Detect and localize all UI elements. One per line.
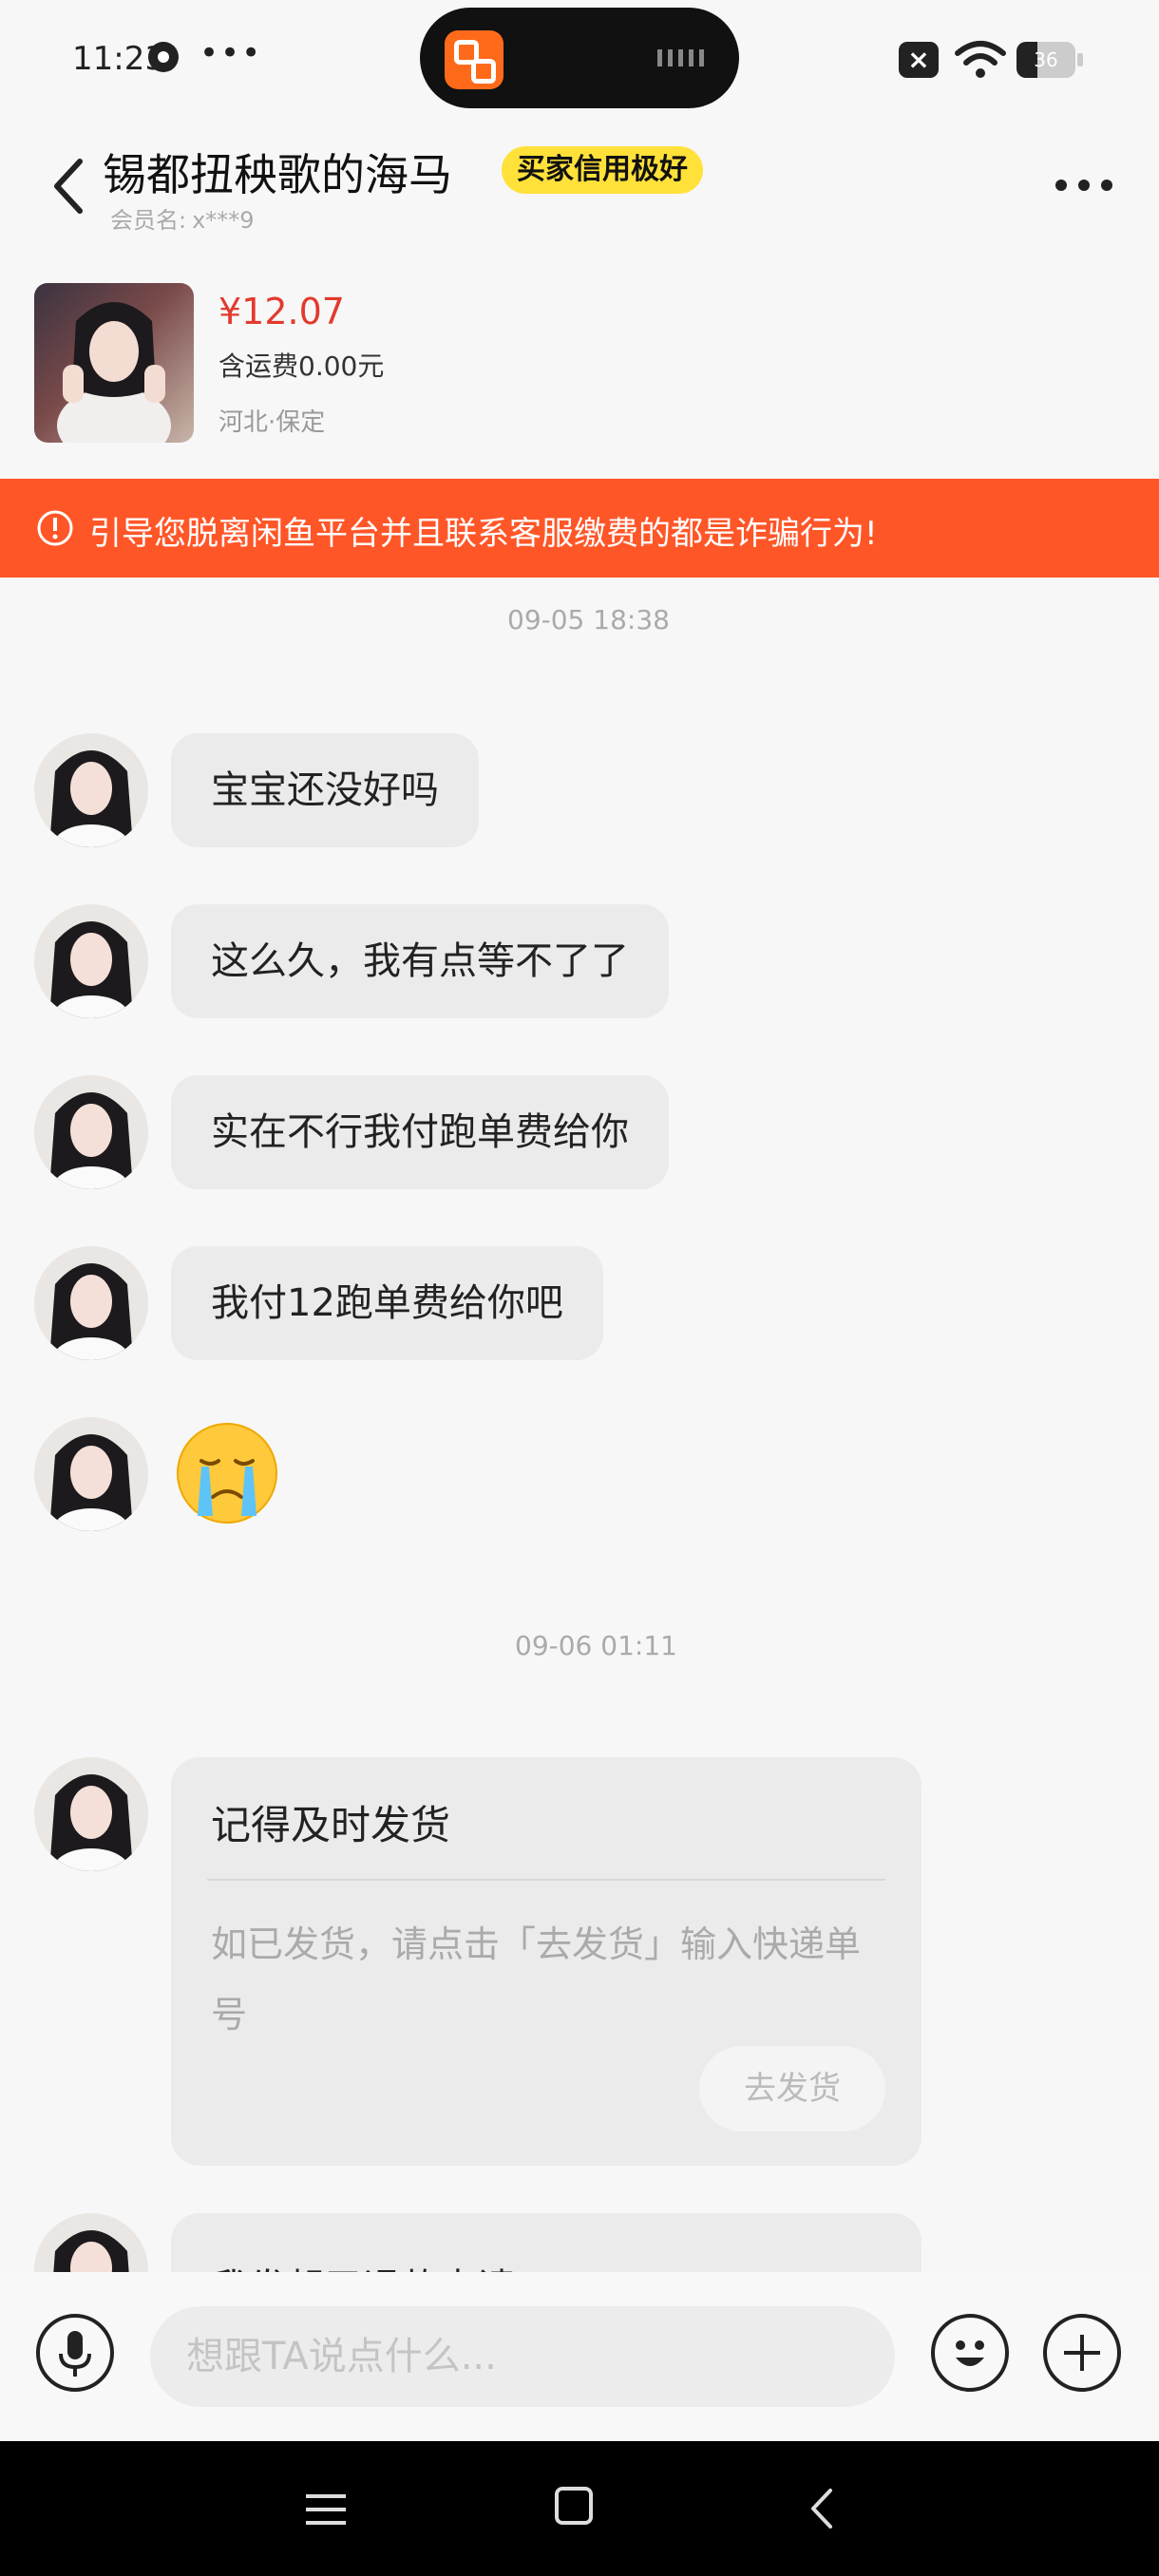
- ship-button[interactable]: 去发货: [699, 2046, 885, 2131]
- nav-back-icon[interactable]: [808, 2487, 836, 2530]
- card-title: 记得及时发货: [211, 1802, 451, 1848]
- smiley-icon: [956, 2340, 984, 2366]
- home-icon[interactable]: [555, 2487, 593, 2525]
- add-button[interactable]: [1043, 2314, 1121, 2392]
- avatar[interactable]: [34, 1075, 148, 1189]
- recent-apps-icon[interactable]: [304, 2491, 348, 2529]
- status-more-dots: •••: [200, 34, 263, 72]
- product-price: ¥12.07: [218, 291, 345, 332]
- product-location: 河北·保定: [218, 408, 326, 437]
- chat-title: 锡都扭秧歌的海马: [103, 149, 452, 200]
- credit-badge: 买家信用极好: [502, 146, 703, 194]
- battery-icon: 36: [1016, 42, 1075, 78]
- battery-percent: 36: [1034, 48, 1058, 71]
- avatar[interactable]: [34, 733, 148, 847]
- avatar[interactable]: [34, 1757, 148, 1871]
- notification-app-icon: [148, 42, 179, 72]
- message-bubble[interactable]: 实在不行我付跑单费给你: [171, 1075, 669, 1189]
- warning-circle-icon: [37, 510, 73, 546]
- wifi-icon: [955, 41, 1006, 78]
- voice-button[interactable]: [36, 2314, 114, 2392]
- product-shipping: 含运费0.00元: [218, 350, 385, 382]
- message-bubble[interactable]: 我付12跑单费给你吧: [171, 1246, 603, 1360]
- card-divider: [207, 1879, 885, 1881]
- back-chevron-icon[interactable]: [48, 156, 89, 217]
- chat-timestamp: 09-05 18:38: [507, 604, 670, 635]
- emoji-button[interactable]: [931, 2314, 1009, 2392]
- plus-icon: [1064, 2335, 1100, 2371]
- microphone-icon: [59, 2331, 91, 2377]
- island-app-icon: [445, 30, 504, 89]
- crying-face-icon[interactable]: [175, 1421, 279, 1525]
- product-thumbnail[interactable]: [34, 283, 194, 443]
- message-bubble[interactable]: 宝宝还没好吗: [171, 733, 479, 847]
- card-description: 如已发货，请点击「去发货」输入快递单号: [211, 1923, 862, 2036]
- avatar[interactable]: [34, 904, 148, 1018]
- chat-timestamp: 09-06 01:11: [515, 1630, 677, 1661]
- no-signal-icon: ×: [899, 42, 939, 78]
- avatar[interactable]: [34, 1417, 148, 1531]
- message-bubble[interactable]: 这么久，我有点等不了了: [171, 904, 669, 1018]
- battery-tip: [1077, 53, 1083, 66]
- more-icon[interactable]: [1054, 179, 1113, 192]
- island-audio-wave-icon: [657, 49, 709, 66]
- avatar[interactable]: [34, 1246, 148, 1360]
- member-info: 会员名: x***9: [104, 201, 255, 235]
- member-name: x***9: [192, 207, 255, 234]
- message-input[interactable]: [150, 2306, 895, 2407]
- warning-text: 引导您脱离闲鱼平台并且联系客服缴费的都是诈骗行为!: [89, 515, 878, 553]
- member-label: 会员名:: [110, 207, 187, 234]
